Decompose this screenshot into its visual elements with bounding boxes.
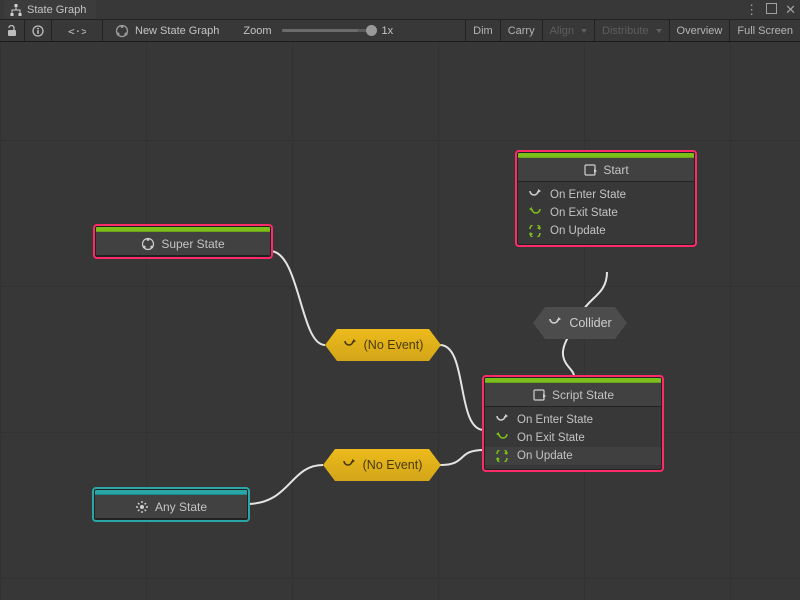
node-row-exit[interactable]: On Exit State	[485, 429, 661, 447]
editor-toolbar: <·> New State Graph Zoom 1x Dim Carry Al…	[0, 20, 800, 42]
distribute-dropdown[interactable]: Distribute	[594, 20, 668, 41]
transition-icon	[548, 317, 562, 329]
row-label: On Update	[517, 450, 573, 462]
state-graph-icon	[10, 4, 22, 16]
node-script-state[interactable]: Script State On Enter State On Exit Stat…	[484, 377, 662, 470]
node-any-state[interactable]: Any State	[94, 489, 248, 520]
window-tab[interactable]: State Graph	[4, 0, 96, 19]
align-dropdown[interactable]: Align	[542, 20, 594, 41]
info-icon	[32, 25, 44, 37]
node-header[interactable]: Start	[518, 158, 694, 182]
variables-icon: <·>	[68, 25, 86, 37]
node-header[interactable]: Script State	[485, 383, 661, 407]
node-title: Any State	[155, 500, 207, 514]
state-graph-small-icon	[115, 24, 129, 38]
node-title: Super State	[161, 237, 224, 251]
zoom-slider[interactable]	[282, 29, 372, 32]
variables-button[interactable]: <·>	[52, 20, 103, 41]
window-title: State Graph	[27, 4, 86, 16]
lock-button[interactable]	[0, 20, 25, 41]
super-state-icon	[141, 237, 155, 251]
node-title: Script State	[552, 388, 614, 402]
zoom-control: Zoom 1x	[233, 25, 403, 37]
transition-label: (No Event)	[363, 458, 423, 472]
enter-icon	[495, 414, 509, 426]
row-label: On Update	[550, 225, 606, 237]
fullscreen-button[interactable]: Full Screen	[729, 20, 800, 41]
node-super-state[interactable]: Super State	[95, 226, 271, 257]
exit-icon	[528, 207, 542, 219]
breadcrumb[interactable]: New State Graph	[103, 20, 233, 41]
transition-icon	[343, 339, 357, 351]
node-rows: On Enter State On Exit State On Update	[485, 407, 661, 469]
node-header[interactable]: Any State	[95, 495, 247, 519]
info-button[interactable]	[25, 20, 52, 41]
node-rows: On Enter State On Exit State On Update	[518, 182, 694, 244]
chevron-down-icon	[656, 29, 662, 33]
window-menu-icon[interactable]: ⋮	[745, 2, 758, 18]
transition-label: (No Event)	[364, 338, 424, 352]
window-popout-icon[interactable]	[766, 2, 777, 17]
breadcrumb-label: New State Graph	[135, 25, 219, 37]
update-icon	[495, 450, 509, 462]
node-row-exit[interactable]: On Exit State	[518, 204, 694, 222]
dim-button[interactable]: Dim	[465, 20, 500, 41]
zoom-label: Zoom	[243, 25, 271, 37]
script-state-icon	[583, 163, 597, 177]
any-state-icon	[135, 500, 149, 514]
transition-label: Collider	[569, 316, 611, 330]
svg-text:<·>: <·>	[68, 25, 86, 37]
chevron-down-icon	[581, 29, 587, 33]
lock-open-icon	[7, 25, 17, 37]
row-label: On Exit State	[550, 207, 618, 219]
node-start[interactable]: Start On Enter State On Exit State On Up…	[517, 152, 695, 245]
carry-button[interactable]: Carry	[500, 20, 542, 41]
graph-canvas[interactable]: Super State Any State Start On Enter Sta…	[0, 42, 800, 600]
node-row-enter[interactable]: On Enter State	[485, 411, 661, 429]
transition-icon	[342, 459, 356, 471]
node-row-update[interactable]: On Update	[518, 222, 694, 240]
transition-no-event-1[interactable]: (No Event)	[325, 329, 441, 361]
update-icon	[528, 225, 542, 237]
node-row-update[interactable]: On Update	[485, 447, 661, 465]
exit-icon	[495, 432, 509, 444]
node-row-enter[interactable]: On Enter State	[518, 186, 694, 204]
transition-collider[interactable]: Collider	[533, 307, 627, 339]
row-label: On Enter State	[517, 414, 593, 426]
node-title: Start	[603, 163, 628, 177]
window-close-icon[interactable]: ✕	[785, 2, 796, 18]
node-header[interactable]: Super State	[96, 232, 270, 256]
zoom-value: 1x	[382, 25, 394, 37]
row-label: On Exit State	[517, 432, 585, 444]
window-titlebar: State Graph ⋮ ✕	[0, 0, 800, 20]
transition-no-event-2[interactable]: (No Event)	[323, 449, 441, 481]
row-label: On Enter State	[550, 189, 626, 201]
enter-icon	[528, 189, 542, 201]
overview-button[interactable]: Overview	[669, 20, 730, 41]
script-state-icon	[532, 388, 546, 402]
